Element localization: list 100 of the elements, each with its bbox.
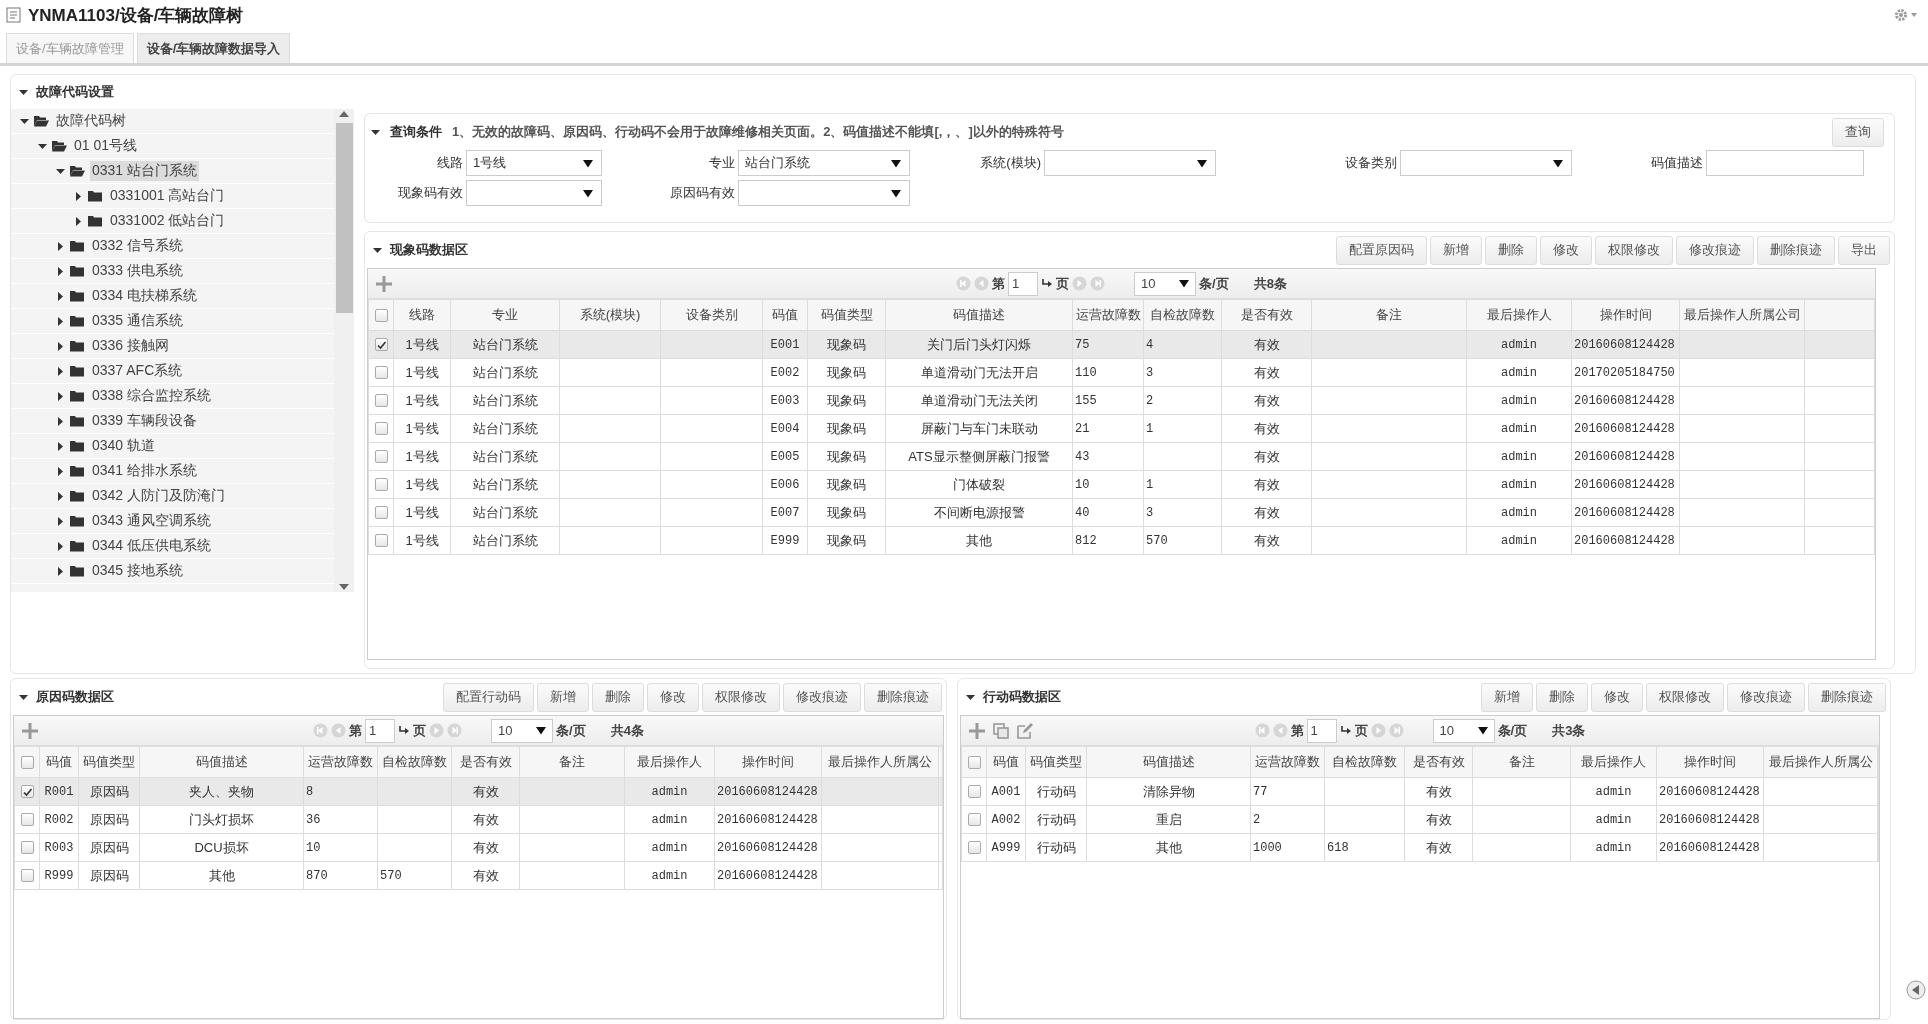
- caret-icon[interactable]: [56, 466, 65, 476]
- checkbox[interactable]: [374, 394, 388, 407]
- caret-icon[interactable]: [56, 491, 65, 501]
- caret-icon[interactable]: [56, 391, 65, 401]
- tree-item[interactable]: 故障代码树: [54, 111, 128, 131]
- caret-icon[interactable]: [966, 692, 975, 702]
- toolbar-button[interactable]: 删除: [1536, 682, 1588, 712]
- tree-item[interactable]: 0332 信号系统: [90, 236, 186, 256]
- checkbox[interactable]: [967, 813, 981, 826]
- select-field[interactable]: 1号线: [466, 150, 602, 176]
- caret-icon[interactable]: [56, 441, 65, 451]
- first-page-icon[interactable]: [1254, 723, 1270, 738]
- checkbox[interactable]: [20, 755, 34, 769]
- checkbox[interactable]: [374, 366, 388, 379]
- checkbox[interactable]: [374, 450, 388, 463]
- checkbox[interactable]: [374, 422, 388, 435]
- caret-icon[interactable]: [19, 692, 28, 702]
- tree-item[interactable]: 0338 综合监控系统: [90, 386, 214, 406]
- select-field[interactable]: [1400, 150, 1572, 176]
- tree-item[interactable]: 0343 通风空调系统: [90, 511, 214, 531]
- previous-page-icon[interactable]: [331, 723, 347, 738]
- toolbar-button[interactable]: 修改: [1540, 235, 1592, 265]
- checkbox[interactable]: [967, 755, 981, 769]
- checkbox[interactable]: [374, 534, 388, 547]
- add-icon[interactable]: [969, 722, 985, 739]
- checkbox[interactable]: [20, 869, 34, 882]
- tree-item[interactable]: 0333 供电系统: [90, 261, 186, 281]
- toolbar-button[interactable]: 导出: [1838, 235, 1890, 265]
- toolbar-button[interactable]: 删除: [592, 682, 644, 712]
- toolbar-button[interactable]: 权限修改: [1595, 235, 1673, 265]
- scroll-up-icon[interactable]: [338, 109, 350, 119]
- caret-icon[interactable]: [373, 245, 382, 255]
- collapse-icon[interactable]: [1906, 980, 1926, 1000]
- last-page-icon[interactable]: [1090, 276, 1106, 291]
- edit-icon[interactable]: [1017, 722, 1033, 739]
- select-field[interactable]: 站台门系统: [738, 150, 910, 176]
- previous-page-icon[interactable]: [1272, 723, 1288, 738]
- checkbox[interactable]: [967, 841, 981, 854]
- toolbar-button[interactable]: 权限修改: [702, 682, 780, 712]
- toolbar-button[interactable]: 删除痕迹: [1757, 235, 1835, 265]
- query-button[interactable]: 查询: [1832, 117, 1884, 147]
- previous-page-icon[interactable]: [974, 276, 990, 291]
- caret-icon[interactable]: [56, 566, 65, 576]
- caret-icon[interactable]: [56, 166, 65, 176]
- checkbox[interactable]: [20, 785, 34, 798]
- caret-icon[interactable]: [56, 341, 65, 351]
- caret-icon[interactable]: [74, 191, 83, 201]
- first-page-icon[interactable]: [956, 276, 972, 291]
- return-arrow-icon[interactable]: [1041, 277, 1054, 290]
- toolbar-button[interactable]: 修改痕迹: [783, 682, 861, 712]
- tree-item[interactable]: 0337 AFC系统: [90, 361, 185, 381]
- caret-icon[interactable]: [56, 416, 65, 426]
- next-page-icon[interactable]: [429, 723, 445, 738]
- caret-icon[interactable]: [56, 516, 65, 526]
- page-size-select[interactable]: 10: [1134, 271, 1197, 296]
- first-page-icon[interactable]: [313, 723, 329, 738]
- add-icon[interactable]: [22, 722, 38, 739]
- last-page-icon[interactable]: [1388, 723, 1404, 738]
- scroll-down-icon[interactable]: [338, 582, 350, 592]
- next-page-icon[interactable]: [1370, 723, 1386, 738]
- tree-item[interactable]: 0336 接触网: [90, 336, 172, 356]
- checkbox[interactable]: [374, 478, 388, 491]
- toolbar-button[interactable]: 删除痕迹: [1808, 682, 1886, 712]
- toolbar-button[interactable]: 修改: [647, 682, 699, 712]
- caret-icon[interactable]: [56, 241, 65, 251]
- tree-item[interactable]: 0339 车辆段设备: [90, 411, 200, 431]
- toolbar-button[interactable]: 删除痕迹: [864, 682, 942, 712]
- toolbar-button[interactable]: 权限修改: [1646, 682, 1724, 712]
- toolbar-button[interactable]: 修改痕迹: [1676, 235, 1754, 265]
- add-icon[interactable]: [376, 275, 392, 292]
- caret-icon[interactable]: [20, 116, 29, 126]
- tree-item[interactable]: 0341 给排水系统: [90, 461, 200, 481]
- select-field[interactable]: [1044, 150, 1216, 176]
- caret-icon[interactable]: [56, 541, 65, 551]
- tree-item[interactable]: 0334 电扶梯系统: [90, 286, 200, 306]
- toolbar-button[interactable]: 新增: [1481, 682, 1533, 712]
- page-field[interactable]: 1: [365, 718, 396, 743]
- tree-item[interactable]: 0344 低压供电系统: [90, 536, 214, 556]
- page-size-select[interactable]: 10: [491, 718, 554, 743]
- tree-item[interactable]: 0335 通信系统: [90, 311, 186, 331]
- tree-item[interactable]: 01 01号线: [72, 136, 140, 156]
- next-page-icon[interactable]: [1072, 276, 1088, 291]
- toolbar-button[interactable]: 配置行动码: [443, 682, 534, 712]
- checkbox[interactable]: [374, 506, 388, 519]
- caret-icon[interactable]: [56, 291, 65, 301]
- page-field[interactable]: 1: [1008, 271, 1039, 296]
- caret-icon[interactable]: [56, 266, 65, 276]
- tree-item[interactable]: 0345 接地系统: [90, 561, 186, 581]
- toolbar-button[interactable]: 修改: [1591, 682, 1643, 712]
- checkbox[interactable]: [967, 785, 981, 798]
- tab[interactable]: 设备/车辆故障数据导入: [136, 33, 291, 63]
- checkbox[interactable]: [20, 841, 34, 854]
- caret-icon[interactable]: [38, 141, 47, 151]
- caret-icon[interactable]: [19, 87, 28, 97]
- tree-item[interactable]: 0340 轨道: [90, 436, 158, 456]
- tree-item[interactable]: 0331002 低站台门: [108, 211, 227, 231]
- select-field[interactable]: [738, 180, 910, 206]
- caret-icon[interactable]: [56, 366, 65, 376]
- checkbox[interactable]: [20, 813, 34, 826]
- caret-icon[interactable]: [56, 316, 65, 326]
